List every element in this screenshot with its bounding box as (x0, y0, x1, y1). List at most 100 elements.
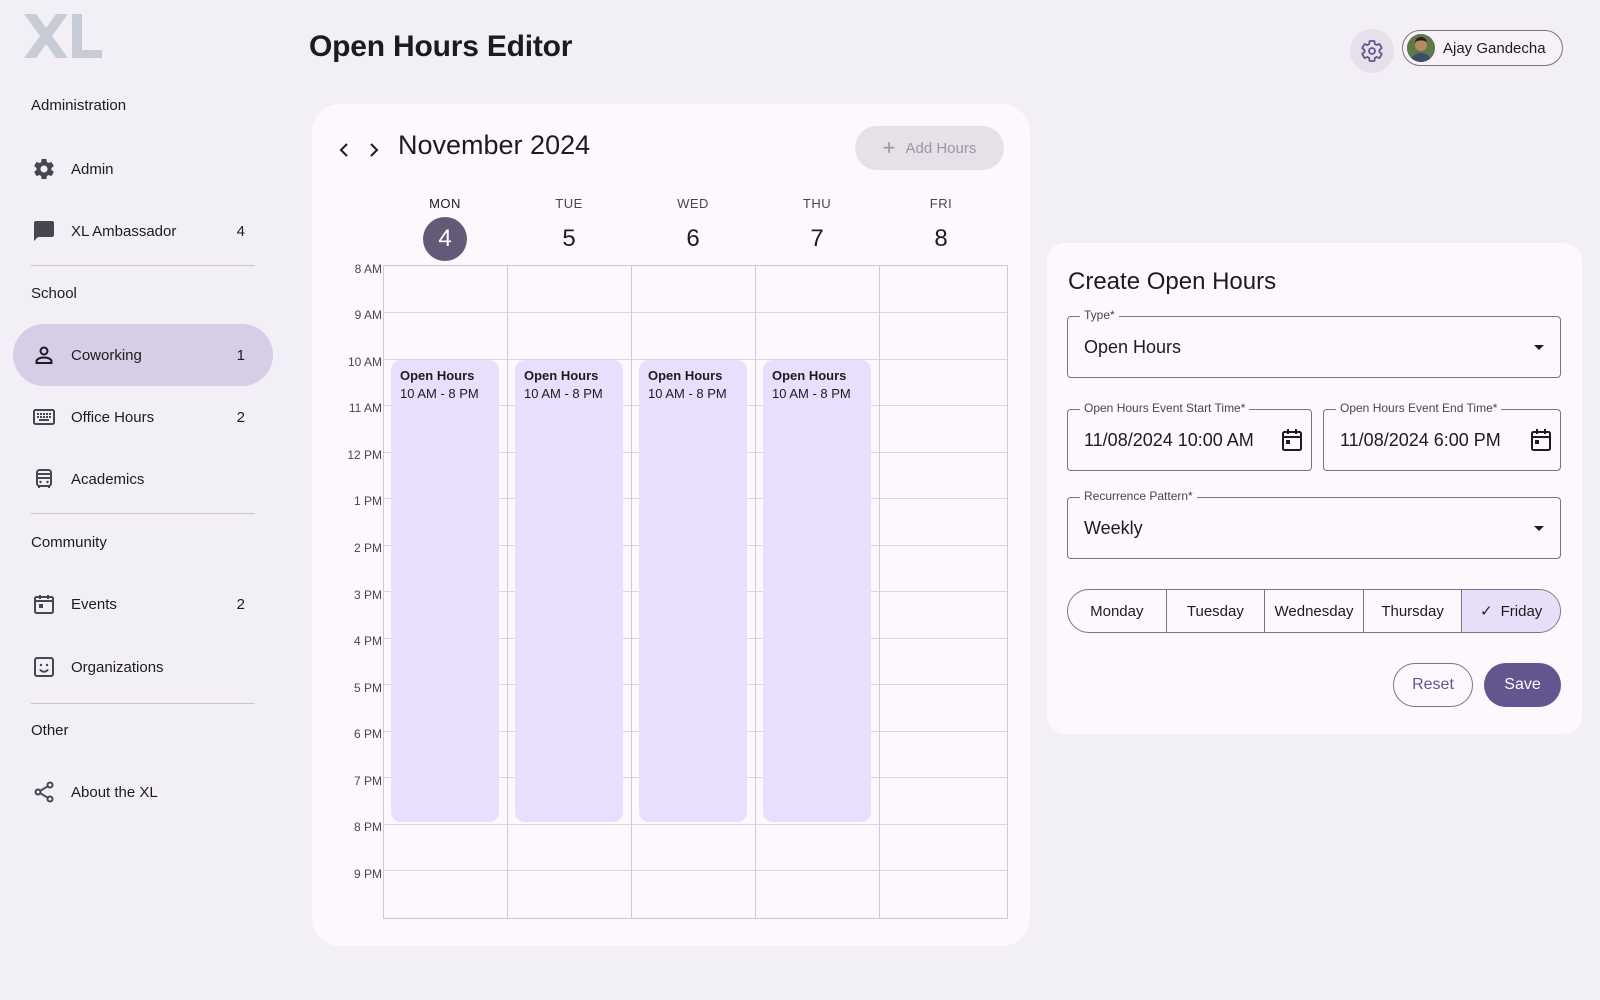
add-hours-button[interactable]: + Add Hours (855, 126, 1004, 170)
time-label: 8 AM (354, 262, 382, 276)
sidebar-item-about[interactable]: About the XL (13, 761, 273, 823)
event-time: 10 AM - 8 PM (400, 386, 479, 401)
type-select[interactable]: Type* Open Hours (1067, 308, 1561, 378)
event-time: 10 AM - 8 PM (648, 386, 727, 401)
plus-icon: + (882, 135, 896, 160)
sidebar-item-count: 4 (236, 222, 245, 240)
section-community: Community (31, 534, 107, 551)
xl-logo (24, 14, 102, 58)
weekday-friday[interactable]: ✓ Friday (1462, 590, 1560, 632)
recurrence-select[interactable]: Recurrence Pattern* Weekly (1067, 489, 1561, 559)
divider (31, 265, 255, 266)
time-label: 5 PM (353, 681, 382, 695)
sidebar-item-xl-ambassador[interactable]: XL Ambassador 4 (13, 200, 273, 262)
bus-icon (36, 469, 52, 488)
day-header-mon[interactable]: MON 4 (383, 196, 507, 261)
weekday-tuesday[interactable]: Tuesday (1167, 590, 1266, 632)
time-label: 3 PM (353, 588, 382, 602)
share-icon (34, 781, 54, 803)
sidebar-item-label: Organizations (71, 658, 164, 676)
grid-line (384, 870, 1007, 871)
section-school: School (31, 285, 77, 302)
event-block[interactable]: Open Hours 10 AM - 8 PM (639, 360, 747, 822)
event-title: Open Hours (648, 368, 723, 383)
month-title: November 2024 (398, 130, 591, 160)
settings-button[interactable] (1350, 29, 1394, 73)
time-label: 4 PM (353, 634, 382, 648)
sidebar-item-office-hours[interactable]: Office Hours 2 (13, 386, 273, 448)
grid-line (631, 266, 632, 918)
time-label: 8 PM (353, 820, 382, 834)
dropdown-arrow-icon (1534, 526, 1544, 531)
weekday-selector: Monday Tuesday Wednesday Thursday ✓ Frid… (1067, 589, 1561, 633)
field-value: 11/08/2024 10:00 AM (1084, 430, 1254, 450)
event-title: Open Hours (524, 368, 599, 383)
time-label: 2 PM (353, 541, 382, 555)
event-time: 10 AM - 8 PM (772, 386, 851, 401)
day-number: 6 (686, 225, 700, 252)
event-block[interactable]: Open Hours 10 AM - 8 PM (515, 360, 623, 822)
sidebar-item-label: XL Ambassador (71, 222, 177, 240)
sidebar-item-admin[interactable]: Admin (13, 138, 273, 200)
end-time-field[interactable]: Open Hours Event End Time* 11/08/2024 6:… (1323, 401, 1561, 471)
event-block[interactable]: Open Hours 10 AM - 8 PM (763, 360, 871, 822)
time-label: 10 AM (347, 355, 382, 369)
sidebar-item-academics[interactable]: Academics (13, 448, 273, 510)
save-button[interactable]: Save (1484, 663, 1561, 707)
start-time-field[interactable]: Open Hours Event Start Time* 11/08/2024 … (1067, 401, 1312, 471)
sidebar-item-label: Events (71, 595, 117, 613)
divider (31, 513, 255, 514)
weekday-thursday[interactable]: Thursday (1364, 590, 1463, 632)
sidebar-item-label: Admin (71, 160, 114, 178)
calendar-card: November 2024 + Add Hours MON 4 TUE 5 WE… (312, 104, 1030, 946)
sidebar-item-coworking[interactable]: Coworking 1 (13, 324, 273, 386)
grid-line (507, 266, 508, 918)
page-title: Open Hours Editor (309, 30, 573, 63)
sidebar-item-count: 2 (236, 408, 245, 426)
person-icon (35, 346, 53, 364)
field-label: Open Hours Event End Time* (1336, 401, 1502, 415)
calendar-grid[interactable]: Open Hours 10 AM - 8 PM Open Hours 10 AM… (383, 265, 1008, 919)
time-label: 7 PM (353, 774, 382, 788)
gear-icon (1361, 40, 1383, 62)
grid-line (755, 266, 756, 918)
reset-button[interactable]: Reset (1393, 663, 1473, 707)
sidebar-item-label: Coworking (71, 346, 142, 364)
mood-icon (34, 657, 54, 677)
chevron-right-icon[interactable] (362, 138, 386, 162)
weekday-monday[interactable]: Monday (1068, 590, 1167, 632)
field-value: Weekly (1084, 518, 1143, 538)
day-name: TUE (555, 196, 583, 211)
chevron-left-icon[interactable] (332, 138, 356, 162)
add-hours-label: Add Hours (905, 139, 977, 157)
chat-icon (34, 221, 54, 241)
user-profile-chip[interactable]: Ajay Gandecha (1402, 30, 1563, 66)
event-block[interactable]: Open Hours 10 AM - 8 PM (391, 360, 499, 822)
day-header-thu[interactable]: THU 7 (755, 196, 879, 261)
field-value: 11/08/2024 6:00 PM (1340, 430, 1501, 450)
calendar-icon[interactable] (1530, 428, 1552, 452)
grid-line (384, 824, 1007, 825)
day-number: 7 (810, 225, 824, 252)
field-label: Type* (1080, 308, 1119, 322)
day-header-tue[interactable]: TUE 5 (507, 196, 631, 261)
calendar-icon[interactable] (1281, 428, 1303, 452)
day-number: 4 (423, 217, 467, 261)
weekday-wednesday[interactable]: Wednesday (1265, 590, 1364, 632)
sidebar-item-organizations[interactable]: Organizations (13, 636, 273, 698)
sidebar-item-events[interactable]: Events 2 (13, 573, 273, 635)
day-header-wed[interactable]: WED 6 (631, 196, 755, 261)
sidebar-item-count: 2 (236, 595, 245, 613)
time-label: 6 PM (353, 727, 382, 741)
time-label: 12 PM (347, 448, 382, 462)
field-label: Open Hours Event Start Time* (1080, 401, 1250, 415)
divider (31, 703, 255, 704)
event-title: Open Hours (772, 368, 847, 383)
time-label: 9 PM (353, 867, 382, 881)
form-title: Create Open Hours (1068, 268, 1277, 295)
calendar-icon (34, 595, 54, 614)
section-other: Other (31, 722, 69, 739)
day-number: 8 (934, 225, 948, 252)
dropdown-arrow-icon (1534, 345, 1544, 350)
day-header-fri[interactable]: FRI 8 (879, 196, 1003, 261)
